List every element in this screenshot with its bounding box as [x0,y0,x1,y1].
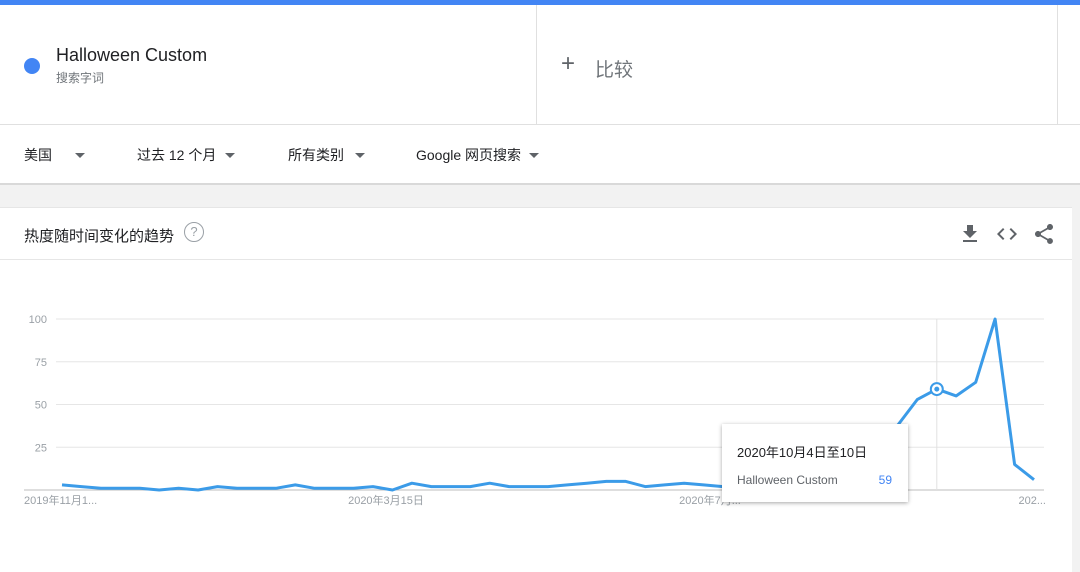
chart-tooltip: 2020年10月4日至10日 Halloween Custom 59 [722,424,908,502]
y-tick-label: 75 [35,357,47,369]
data-point [643,485,647,489]
data-point [118,486,122,490]
term-subtitle: 搜索字词 [56,71,105,85]
data-point [527,485,531,489]
data-point [585,481,589,485]
data-point [1013,462,1017,466]
data-point [974,380,978,384]
tooltip-date: 2020年10月4日至10日 [737,445,868,460]
x-tick-label: 202... [1018,495,1046,507]
data-point [371,485,375,489]
time-range-filter[interactable]: 过去 12 个月 [137,145,236,165]
data-point [954,394,958,398]
data-point [332,486,336,490]
data-point [293,483,297,487]
terms-spacer [1057,5,1080,124]
y-tick-label: 50 [35,400,47,412]
data-point [391,488,395,492]
chevron-down-icon [529,152,540,158]
search-terms-bar: Halloween Custom 搜索字词 + 比较 [0,5,1080,125]
data-point [352,486,356,490]
data-point [488,481,492,485]
data-point [157,488,161,492]
search-type-filter[interactable]: Google 网页搜索 [416,145,540,165]
chevron-down-icon [355,152,365,158]
data-point [254,486,258,490]
data-point [274,486,278,490]
data-point [313,486,317,490]
compare-label: 比较 [595,60,634,81]
data-point [604,479,608,483]
filter-bar: 美国 过去 12 个月 所有类别 Google 网页搜索 [0,125,1080,185]
data-point [177,486,181,490]
data-point [216,485,220,489]
data-point [468,485,472,489]
data-point [79,485,83,489]
series-color-dot [24,58,40,74]
chevron-down-icon [225,152,236,158]
term-card[interactable]: Halloween Custom 搜索字词 [0,5,537,124]
data-point [663,483,667,487]
data-point [682,481,686,485]
data-point [99,486,103,490]
data-point [196,488,200,492]
x-tick-label: 2019年11月1... [24,493,97,507]
data-point [60,483,64,487]
data-point [429,485,433,489]
tooltip-value: 59 [878,473,892,487]
data-point [702,483,706,487]
data-point [915,397,919,401]
x-tick-label: 2020年3月15日 [348,493,424,507]
time-range-filter-label: 过去 12 个月 [137,147,217,163]
region-filter[interactable]: 美国 [24,145,85,165]
data-point [449,485,453,489]
data-point [410,481,414,485]
category-filter-label: 所有类别 [288,147,344,163]
data-point [1032,478,1036,482]
highlight-point-core [934,386,940,392]
data-point [138,486,142,490]
y-tick-label: 25 [35,442,47,454]
region-filter-label: 美国 [24,147,52,163]
chevron-down-icon [75,152,85,158]
compare-button[interactable]: + 比较 [537,5,1057,124]
data-point [235,486,239,490]
data-point [624,479,628,483]
data-point [546,485,550,489]
plus-icon: + [561,50,576,77]
category-filter[interactable]: 所有类别 [288,145,365,165]
data-point [507,485,511,489]
trend-chart[interactable]: 255075100 2019年11月1... 2020年3月15日 2020年7月.… [0,207,1072,572]
y-tick-label: 100 [29,314,47,326]
data-point [565,483,569,487]
data-point [993,317,997,321]
term-name: Halloween Custom [56,45,208,65]
search-type-filter-label: Google 网页搜索 [416,147,522,163]
tooltip-series-name: Halloween Custom [737,473,838,487]
